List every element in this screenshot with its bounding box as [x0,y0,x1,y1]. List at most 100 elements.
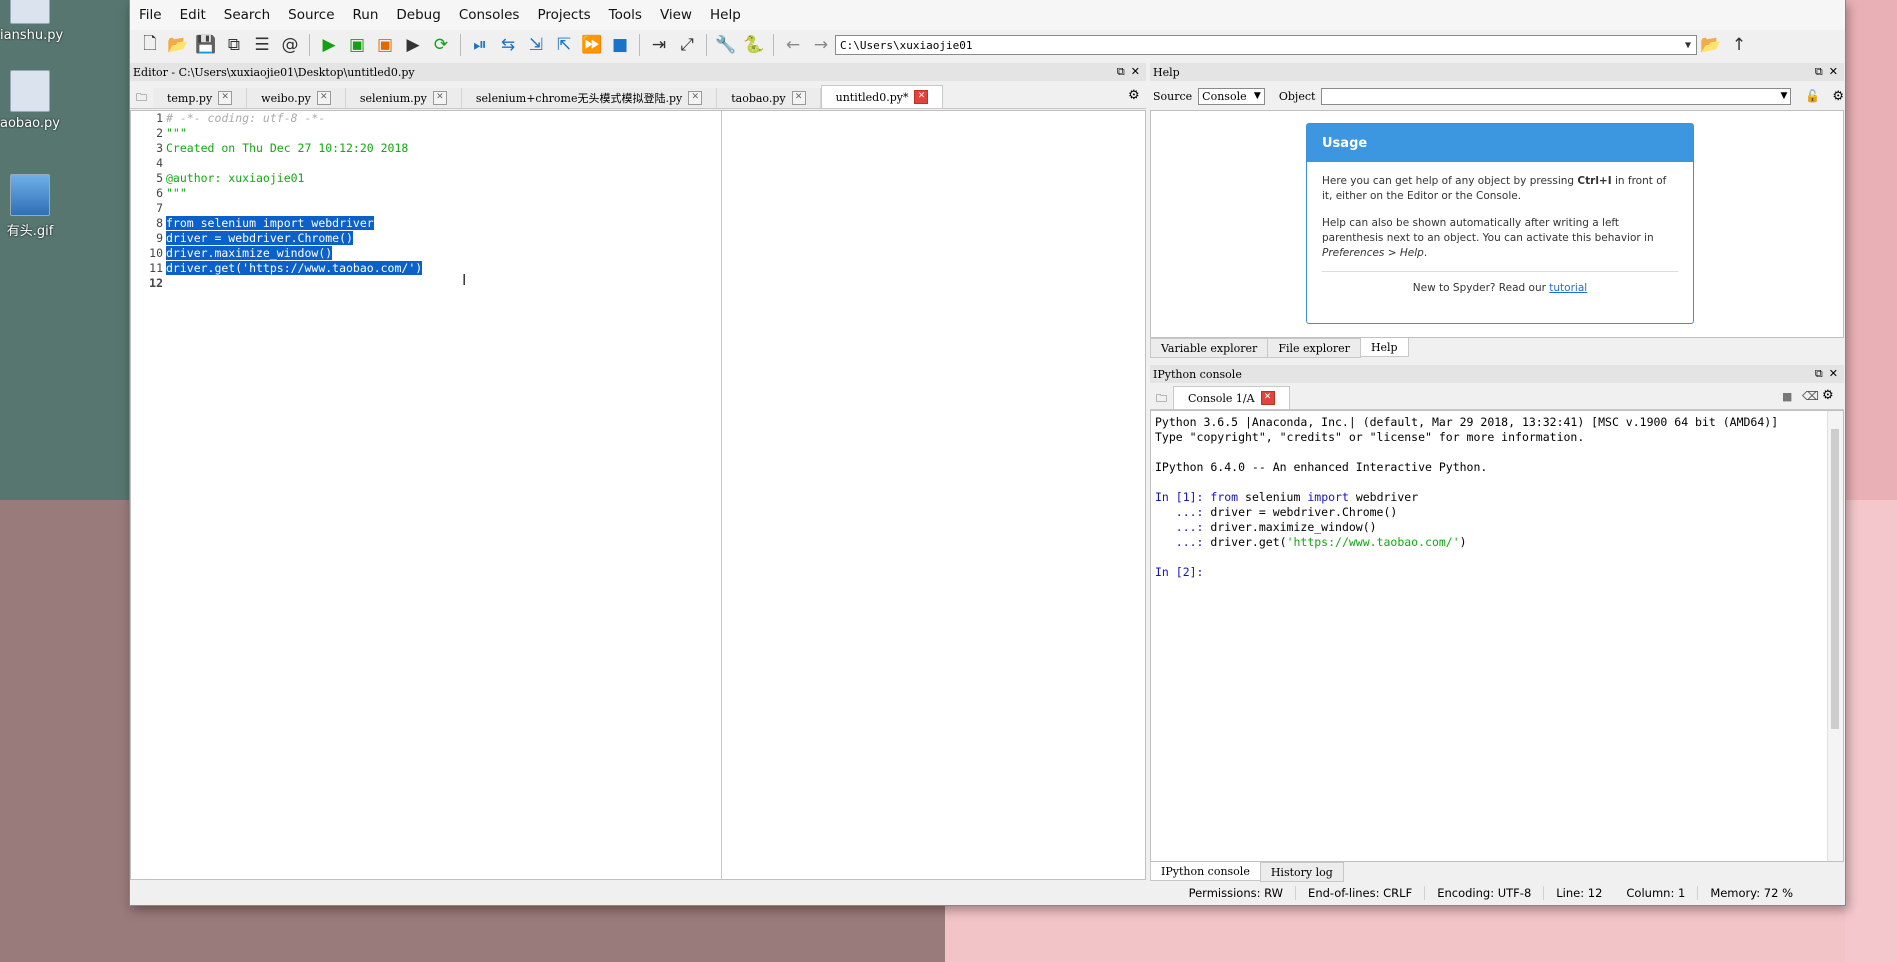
chevron-down-icon[interactable]: ▼ [1680,40,1696,51]
console-bottom-tab[interactable]: IPython console [1150,862,1261,881]
editor-tab[interactable]: selenium.py ✕ [345,88,462,108]
code-line[interactable]: # -*- coding: utf-8 -*- [166,111,422,126]
code-editor[interactable]: 1 2 3 4 5 6 7 8 9 10 11 12 # -*- coding: utf-8 -*- "… [130,110,1146,880]
menu-debug[interactable]: Debug [387,7,449,23]
code-line[interactable]: driver.maximize_window() [166,246,422,261]
source-select[interactable]: Console ▼ [1198,87,1265,105]
tutorial-link[interactable]: tutorial [1549,282,1587,294]
undock-icon[interactable]: ⧉ [1815,367,1823,381]
line-number: 8 [156,216,163,230]
code-line[interactable]: """ [166,186,422,201]
menu-help[interactable]: Help [701,7,750,23]
close-icon[interactable]: ✕ [1829,65,1838,79]
object-input[interactable]: ▼ [1321,87,1792,105]
stop-icon[interactable]: ■ [606,32,634,58]
console-bottom-tab[interactable]: History log [1259,862,1344,882]
close-icon[interactable]: ✕ [1829,367,1838,381]
editor-title: Editor - C:\Users\xuxiaojie01\Desktop\un… [133,65,415,79]
console-tab[interactable]: Console 1/A ✕ [1173,386,1290,409]
close-tab-icon[interactable]: ✕ [218,91,233,105]
code-line[interactable]: driver.get('https://www.taobao.com/') [166,261,423,276]
close-icon[interactable]: ✕ [1131,65,1140,79]
gear-icon[interactable]: ⚙ [1832,89,1844,104]
menu-tools[interactable]: Tools [600,7,651,23]
preferences-icon[interactable]: 🔧 [712,32,740,58]
code-area[interactable]: # -*- coding: utf-8 -*- """ Created on Thu… [166,111,423,291]
back-arrow-icon[interactable]: ← [779,32,807,58]
debug-icon[interactable]: ⏯ [466,32,494,58]
line-number-gutter: 1 2 3 4 5 6 7 8 9 10 11 12 [131,111,163,879]
up-arrow-icon[interactable]: ↑ [1725,32,1753,58]
menu-file[interactable]: File [130,7,171,23]
menu-view[interactable]: View [651,7,701,23]
step-return-icon[interactable]: ⇱ [550,32,578,58]
gear-icon[interactable]: ⚙ [1822,388,1834,403]
menu-projects[interactable]: Projects [528,7,599,23]
help-bottom-tab[interactable]: Variable explorer [1150,338,1269,358]
code-line[interactable]: @author: xuxiaojie01 [166,171,422,186]
close-tab-icon[interactable]: ✕ [432,91,447,105]
editor-tab[interactable]: taobao.py ✕ [717,88,821,108]
browse-tabs-icon[interactable]: 🗀 [130,88,153,108]
code-line[interactable]: from selenium import webdriver [166,216,422,231]
help-bottom-tab[interactable]: Help [1359,338,1409,357]
undock-icon[interactable]: ⧉ [1117,65,1125,79]
save-icon[interactable]: 💾 [192,32,220,58]
close-tab-icon[interactable]: ✕ [791,91,806,105]
desktop-icon-jianshu[interactable]: ianshu.py [0,0,63,43]
code-line[interactable] [166,201,422,216]
list-icon[interactable]: ☰ [248,32,276,58]
run-icon[interactable]: ▶ [315,32,343,58]
gear-icon[interactable]: ⚙ [1128,88,1140,103]
code-line[interactable] [166,276,422,291]
code-text: driver.get('https://www.taobao.com/') [166,261,423,275]
code-line[interactable] [166,156,422,171]
menu-run[interactable]: Run [344,7,388,23]
python-icon[interactable]: 🐍 [740,32,768,58]
step-into-icon[interactable]: ⇲ [522,32,550,58]
close-tab-icon[interactable]: ✕ [914,90,929,104]
new-file-icon[interactable]: 🗋 [136,32,164,58]
code-line[interactable]: driver = webdriver.Chrome() [166,231,422,246]
menu-edit[interactable]: Edit [171,7,215,23]
run-selection-icon[interactable]: ▶ [399,32,427,58]
desktop-icon-taobao[interactable]: aobao.py [0,70,60,131]
editor-tab[interactable]: weibo.py ✕ [247,88,346,108]
scrollbar-thumb[interactable] [1831,429,1839,729]
editor-tab[interactable]: untitled0.py* ✕ [820,85,944,108]
editor-tab[interactable]: temp.py ✕ [153,88,248,108]
console-scrollbar[interactable] [1827,411,1843,861]
at-icon[interactable]: @ [276,32,304,58]
editor-tab[interactable]: selenium+chrome无头模式模拟登陆.py ✕ [461,88,718,108]
step-icon[interactable]: ⇆ [494,32,522,58]
close-tab-icon[interactable]: ✕ [1260,391,1275,405]
code-text: """ [166,186,187,200]
lock-icon[interactable]: 🔓 [1805,89,1820,103]
eraser-icon[interactable]: ⌫ [1802,389,1819,403]
continue-icon[interactable]: ⏩ [578,32,606,58]
menu-search[interactable]: Search [215,7,279,23]
fullscreen-icon[interactable]: ⤢ [673,32,701,58]
forward-arrow-icon[interactable]: → [807,32,835,58]
undock-icon[interactable]: ⧉ [1815,65,1823,79]
open-file-icon[interactable]: 📂 [164,32,192,58]
browse-folder-icon[interactable]: 📂 [1697,32,1725,58]
browse-tabs-icon[interactable]: 🗀 [1150,389,1173,409]
maximize-pane-icon[interactable]: ⇥ [645,32,673,58]
help-bottom-tab[interactable]: File explorer [1267,338,1361,358]
menu-source[interactable]: Source [279,7,343,23]
desktop-icon-gif[interactable]: 有头.gif [0,174,60,239]
menu-consoles[interactable]: Consoles [450,7,529,23]
close-tab-icon[interactable]: ✕ [316,91,331,105]
code-line[interactable]: """ [166,126,422,141]
rerun-icon[interactable]: ⟳ [427,32,455,58]
close-tab-icon[interactable]: ✕ [688,91,703,105]
stop-kernel-icon[interactable]: ■ [1782,390,1792,403]
save-all-icon[interactable]: ⧉ [220,32,248,58]
code-line[interactable]: Created on Thu Dec 27 10:12:20 2018 [166,141,422,156]
working-directory-input[interactable]: C:\Users\xuxiaojie01 ▼ [835,35,1697,55]
ipython-console[interactable]: Python 3.6.5 |Anaconda, Inc.| (default, … [1150,410,1844,862]
run-cell-advance-icon[interactable]: ▣ [371,32,399,58]
run-cell-icon[interactable]: ▣ [343,32,371,58]
